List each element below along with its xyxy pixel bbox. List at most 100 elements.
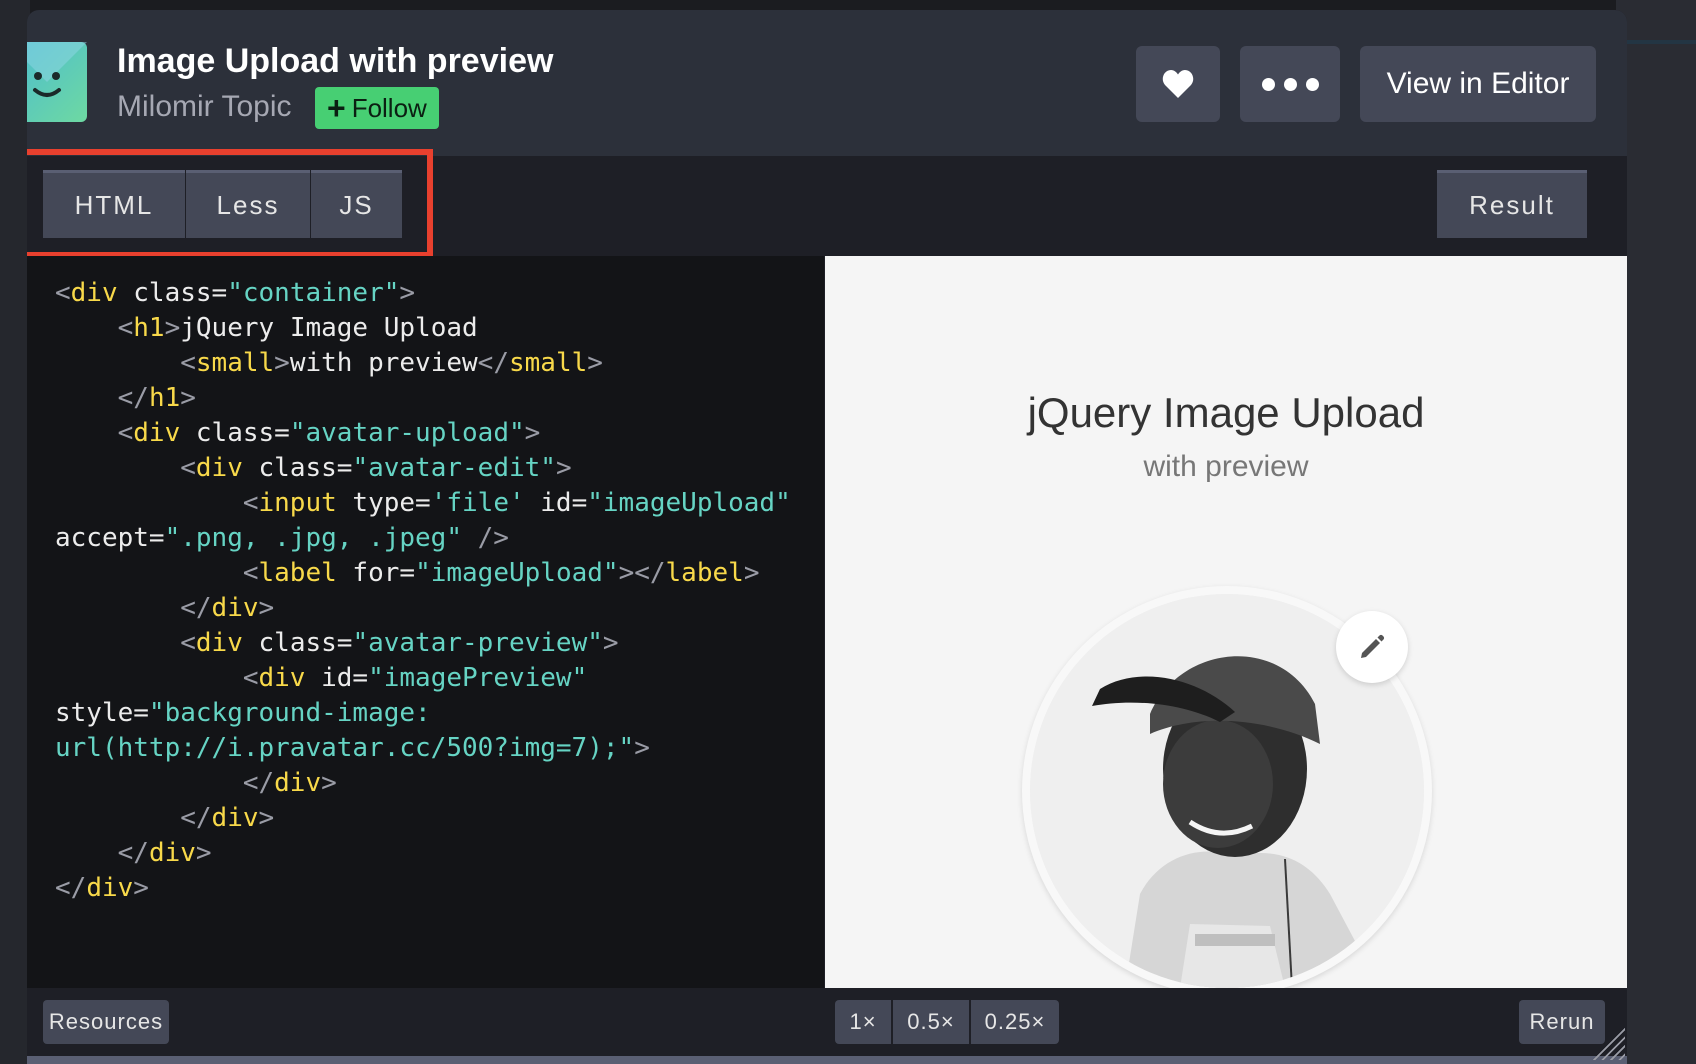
code-token: </ [242,768,275,798]
code-token: < [180,453,196,483]
code-token: h1 [148,383,181,413]
code-token: div [211,593,259,623]
code-token: > [602,628,619,658]
plus-icon: + [327,90,346,126]
tab-bar: HTML Less JS Result [27,149,1627,258]
avatar-edit-button[interactable] [1336,611,1408,683]
background-left [0,0,30,1064]
tab-result[interactable]: Result [1437,170,1587,238]
code-line: <label for="imageUpload"></label> [27,556,824,591]
code-line: <div class="avatar-edit"> [27,451,824,486]
code-token: class= [180,418,290,448]
code-token: "imagePreview" [368,663,588,693]
code-token: h1 [133,313,165,343]
view-in-editor-button[interactable]: View in Editor [1360,46,1596,122]
zoom-0.25x-button[interactable]: 0.25× [971,1000,1059,1044]
code-token: "avatar-edit" [352,453,556,483]
embed-footer: Resources 1× 0.5× 0.25× Rerun [27,988,1627,1064]
preview-subheading: with preview [1143,450,1309,483]
code-line: </div> [27,591,824,626]
zoom-0.5x-button[interactable]: 0.5× [893,1000,969,1044]
code-line: <small>with preview</small> [27,346,824,381]
code-token: "background-image: [148,698,431,728]
code-token: div [274,768,322,798]
pen-title[interactable]: Image Upload with preview [117,42,553,81]
code-token: div [195,628,243,658]
code-token: > [399,278,416,308]
code-token: div [148,838,196,868]
code-token: "avatar-preview" [352,628,603,658]
code-token: "container" [227,278,400,308]
code-token: < [242,488,259,518]
code-line: </div> [27,836,824,871]
code-token: ></ [618,558,666,588]
code-token: </ [55,873,87,903]
code-token: div [258,663,306,693]
code-token: div [86,873,134,903]
code-line: <div class="avatar-upload"> [27,416,824,451]
code-token: > [180,383,196,413]
footer-divider [27,1056,1627,1064]
zoom-1x-button[interactable]: 1× [835,1000,891,1044]
code-panel[interactable]: <div class="container"> <h1>jQuery Image… [27,256,824,988]
code-token: input [258,488,337,518]
more-button[interactable] [1240,46,1340,122]
code-token: div [70,278,118,308]
codepen-embed: Image Upload with preview Milomir Topic … [27,10,1627,1064]
code-token: "imageUpload" [587,488,791,518]
code-token: with preview [289,348,478,378]
code-line: </h1> [27,381,824,416]
code-token: class= [117,278,228,308]
code-token: div [195,453,243,483]
code-token: < [117,313,134,343]
code-line: style="background-image: [27,696,824,731]
code-token: ".png, .jpg, .jpeg" [164,523,462,553]
code-token: label [665,558,744,588]
code-token: label [258,558,337,588]
code-token: </ [117,838,149,868]
code-token: < [180,348,196,378]
more-dots-icon [1261,77,1319,91]
code-token: > [133,873,149,903]
code-line: <input type='file' id="imageUpload" [27,486,824,521]
code-token: class= [242,453,353,483]
code-line: <div id="imagePreview" [27,661,824,696]
code-token: class= [242,628,353,658]
code-token: id= [524,488,588,518]
code-token: > [258,593,275,623]
heart-button[interactable] [1136,46,1220,122]
code-line: accept=".png, .jpg, .jpeg" /> [27,521,824,556]
code-line: </div> [27,801,824,836]
follow-button[interactable]: + Follow [315,87,439,129]
code-token: < [180,628,196,658]
code-line: </div> [27,871,824,906]
codepen-logo-icon[interactable] [27,42,87,122]
code-token: small [195,348,275,378]
heart-icon [1162,70,1194,98]
code-token: accept= [55,523,165,553]
code-token: "avatar-upload" [289,418,525,448]
code-token: for= [336,558,416,588]
code-line: <h1>jQuery Image Upload [27,311,824,346]
pencil-icon [1361,634,1385,658]
code-token: jQuery Image Upload [180,313,478,343]
code-token: small [508,348,588,378]
code-token: > [258,803,275,833]
author-name[interactable]: Milomir Topic [117,90,291,124]
preview-heading: jQuery Image Upload [1027,389,1425,436]
code-line: </div> [27,766,824,801]
code-token: div [133,418,181,448]
code-token: style= [55,698,149,728]
code-token: > [587,348,603,378]
code-token: < [117,418,134,448]
code-token: < [55,278,71,308]
code-token: > [195,838,212,868]
code-token: </ [180,803,212,833]
code-token: > [321,768,337,798]
code-token: 'file' [430,488,525,518]
resources-button[interactable]: Resources [43,1000,169,1044]
result-preview: jQuery Image Upload with preview [825,256,1627,988]
code-token: < [242,558,259,588]
rerun-button[interactable]: Rerun [1519,1000,1605,1044]
background-right [1616,0,1696,1064]
